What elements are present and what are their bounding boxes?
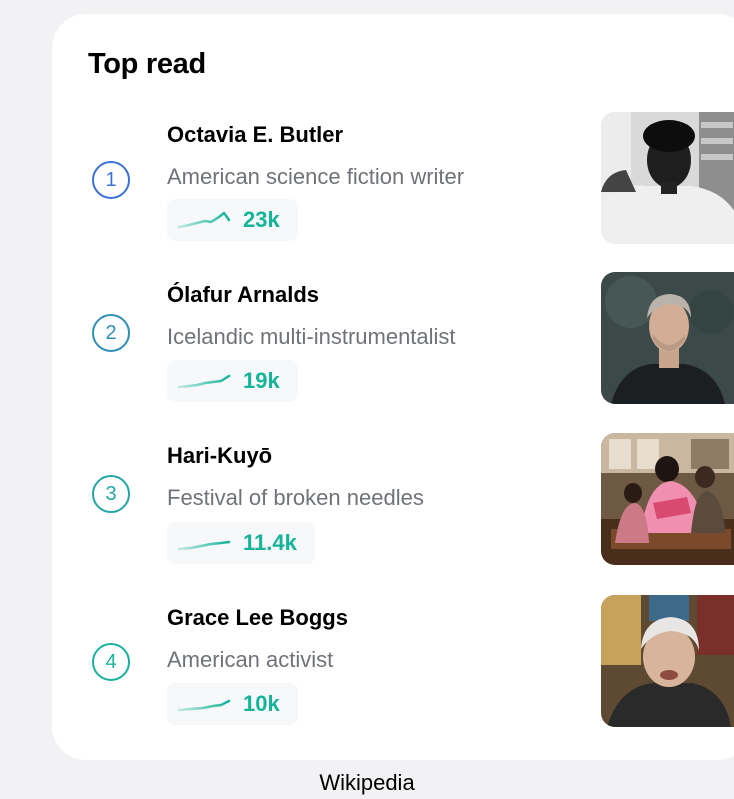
article-title[interactable]: Ólafur Arnalds	[167, 282, 319, 308]
article-title[interactable]: Grace Lee Boggs	[167, 605, 348, 631]
article-thumbnail[interactable]	[601, 433, 734, 565]
pageviews-count: 11.4k	[243, 530, 297, 555]
event-photo-icon	[601, 433, 734, 565]
rank-badge: 1	[92, 161, 130, 199]
article-description: American science fiction writer	[167, 164, 465, 189]
rank-badge: 2	[92, 314, 130, 352]
trend-sparkline-icon	[177, 699, 231, 712]
trend-sparkline-icon	[177, 211, 231, 229]
article-description: American activist	[167, 647, 334, 672]
pageviews-badge: 23k	[167, 199, 298, 241]
pageviews-badge: 10k	[167, 683, 298, 725]
trend-sparkline-icon	[177, 374, 231, 389]
widget-footer-label: Wikipedia	[319, 770, 415, 795]
pageviews-count: 19k	[243, 368, 280, 393]
widget-title: Top read	[88, 48, 206, 80]
pageviews-badge: 11.4k	[167, 522, 315, 564]
portrait-photo-icon	[601, 595, 734, 727]
article-thumbnail[interactable]	[601, 112, 734, 244]
rank-badge: 4	[92, 643, 130, 681]
trend-sparkline-icon	[177, 540, 231, 551]
list-item-2[interactable]: 2 Ólafur Arnalds Icelandic multi-instrum…	[0, 272, 734, 412]
article-title[interactable]: Hari-Kuyō	[167, 443, 272, 469]
pageviews-badge: 19k	[167, 360, 298, 402]
portrait-photo-icon	[601, 112, 734, 244]
list-item-1[interactable]: 1 Octavia E. Butler American science fic…	[0, 112, 734, 252]
article-description: Festival of broken needles	[167, 485, 424, 510]
list-item-3[interactable]: 3 Hari-Kuyō Festival of broken needles 1…	[0, 433, 734, 573]
portrait-photo-icon	[601, 272, 734, 404]
article-description: Icelandic multi-instrumentalist	[167, 324, 456, 349]
article-thumbnail[interactable]	[601, 595, 734, 727]
article-title[interactable]: Octavia E. Butler	[167, 122, 343, 148]
list-item-4[interactable]: 4 Grace Lee Boggs American activist 10k	[0, 595, 734, 735]
pageviews-count: 10k	[243, 691, 280, 716]
article-thumbnail[interactable]	[601, 272, 734, 404]
rank-badge: 3	[92, 475, 130, 513]
pageviews-count: 23k	[243, 207, 280, 232]
